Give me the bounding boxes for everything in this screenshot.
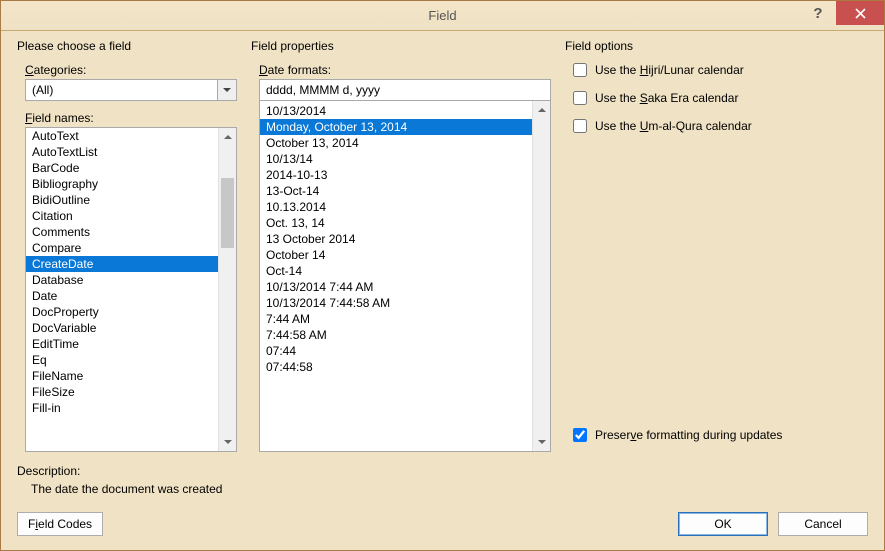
chevron-down-icon — [223, 86, 231, 94]
date-format-item[interactable]: 7:44 AM — [260, 311, 532, 327]
scroll-thumb[interactable] — [221, 178, 234, 248]
field-names-label: Field names: — [25, 111, 237, 125]
date-format-item[interactable]: 10/13/14 — [260, 151, 532, 167]
categories-value: (All) — [25, 79, 217, 101]
umalqura-checkbox[interactable] — [573, 119, 587, 133]
dialog-content: Please choose a field Categories: (All) … — [1, 31, 884, 550]
date-formats-label: Date formats: — [259, 63, 551, 77]
ok-button[interactable]: OK — [678, 512, 768, 536]
saka-label: Use the Saka Era calendar — [595, 91, 738, 105]
date-format-item[interactable]: Oct-14 — [260, 263, 532, 279]
field-options-header: Field options — [565, 39, 868, 53]
date-format-item[interactable]: Monday, October 13, 2014 — [260, 119, 532, 135]
field-names-listbox[interactable]: AutoTextAutoTextListBarCodeBibliographyB… — [25, 127, 237, 452]
preserve-label: Preserve formatting during updates — [595, 428, 782, 442]
umalqura-checkbox-row[interactable]: Use the Um-al-Qura calendar — [573, 119, 868, 133]
field-codes-button[interactable]: Field Codes — [17, 512, 103, 536]
close-icon — [855, 8, 866, 19]
saka-checkbox-row[interactable]: Use the Saka Era calendar — [573, 91, 868, 105]
date-format-item[interactable]: October 13, 2014 — [260, 135, 532, 151]
field-name-item[interactable]: Bibliography — [26, 176, 218, 192]
scroll-up-icon[interactable] — [533, 101, 550, 119]
date-format-item[interactable]: 13-Oct-14 — [260, 183, 532, 199]
field-name-item[interactable]: Comments — [26, 224, 218, 240]
umalqura-label: Use the Um-al-Qura calendar — [595, 119, 752, 133]
columns: Please choose a field Categories: (All) … — [17, 39, 868, 452]
date-format-item[interactable]: October 14 — [260, 247, 532, 263]
date-format-item[interactable]: Oct. 13, 14 — [260, 215, 532, 231]
categories-dropdown-button[interactable] — [217, 79, 237, 101]
footer: Field Codes OK Cancel — [17, 512, 868, 538]
field-name-item[interactable]: AutoTextList — [26, 144, 218, 160]
field-name-item[interactable]: FileSize — [26, 384, 218, 400]
titlebar: Field ? — [1, 1, 884, 31]
window-title: Field — [1, 8, 884, 23]
field-options-panel: Field options Use the Hijri/Lunar calend… — [565, 39, 868, 452]
description-text: The date the document was created — [31, 482, 868, 496]
date-format-item[interactable]: 07:44 — [260, 343, 532, 359]
saka-checkbox[interactable] — [573, 91, 587, 105]
hijri-checkbox-row[interactable]: Use the Hijri/Lunar calendar — [573, 63, 868, 77]
date-format-item[interactable]: 13 October 2014 — [260, 231, 532, 247]
date-formats-listbox[interactable]: 10/13/2014Monday, October 13, 2014Octobe… — [259, 101, 551, 452]
help-button[interactable]: ? — [800, 1, 836, 25]
date-format-item[interactable]: 2014-10-13 — [260, 167, 532, 183]
field-name-item[interactable]: Citation — [26, 208, 218, 224]
field-name-item[interactable]: AutoText — [26, 128, 218, 144]
scroll-up-icon[interactable] — [219, 128, 236, 146]
categories-label: Categories: — [25, 63, 237, 77]
date-format-item[interactable]: 10.13.2014 — [260, 199, 532, 215]
field-name-item[interactable]: BarCode — [26, 160, 218, 176]
field-name-item[interactable]: CreateDate — [26, 256, 218, 272]
categories-dropdown[interactable]: (All) — [25, 79, 237, 101]
formats-scrollbar[interactable] — [532, 101, 550, 451]
field-name-item[interactable]: DocProperty — [26, 304, 218, 320]
scroll-down-icon[interactable] — [219, 433, 236, 451]
field-name-item[interactable]: Database — [26, 272, 218, 288]
field-properties-header: Field properties — [251, 39, 551, 53]
field-dialog: Field ? Please choose a field Categories… — [0, 0, 885, 551]
field-name-item[interactable]: BidiOutline — [26, 192, 218, 208]
field-name-item[interactable]: Date — [26, 288, 218, 304]
choose-field-panel: Please choose a field Categories: (All) … — [17, 39, 237, 452]
preserve-checkbox-row[interactable]: Preserve formatting during updates — [573, 428, 868, 442]
field-name-item[interactable]: EditTime — [26, 336, 218, 352]
field-name-item[interactable]: Eq — [26, 352, 218, 368]
date-formats-items: 10/13/2014Monday, October 13, 2014Octobe… — [260, 101, 532, 451]
choose-field-header: Please choose a field — [17, 39, 237, 53]
field-name-item[interactable]: DocVariable — [26, 320, 218, 336]
field-names-items: AutoTextAutoTextListBarCodeBibliographyB… — [26, 128, 218, 451]
close-button[interactable] — [836, 1, 884, 25]
cancel-button[interactable]: Cancel — [778, 512, 868, 536]
date-format-item[interactable]: 10/13/2014 — [260, 103, 532, 119]
date-format-input[interactable]: dddd, MMMM d, yyyy — [259, 79, 551, 101]
scroll-down-icon[interactable] — [533, 433, 550, 451]
date-format-item[interactable]: 7:44:58 AM — [260, 327, 532, 343]
field-name-item[interactable]: Compare — [26, 240, 218, 256]
description-label: Description: — [17, 464, 868, 478]
preserve-checkbox[interactable] — [573, 428, 587, 442]
date-format-item[interactable]: 10/13/2014 7:44 AM — [260, 279, 532, 295]
field-name-item[interactable]: FileName — [26, 368, 218, 384]
field-properties-panel: Field properties Date formats: dddd, MMM… — [251, 39, 551, 452]
preserve-row: Preserve formatting during updates — [565, 418, 868, 452]
window-controls: ? — [800, 1, 884, 31]
date-format-item[interactable]: 07:44:58 — [260, 359, 532, 375]
description-section: Description: The date the document was c… — [17, 464, 868, 496]
hijri-checkbox[interactable] — [573, 63, 587, 77]
field-name-item[interactable]: Fill-in — [26, 400, 218, 416]
field-names-scrollbar[interactable] — [218, 128, 236, 451]
hijri-label: Use the Hijri/Lunar calendar — [595, 63, 744, 77]
date-format-item[interactable]: 10/13/2014 7:44:58 AM — [260, 295, 532, 311]
